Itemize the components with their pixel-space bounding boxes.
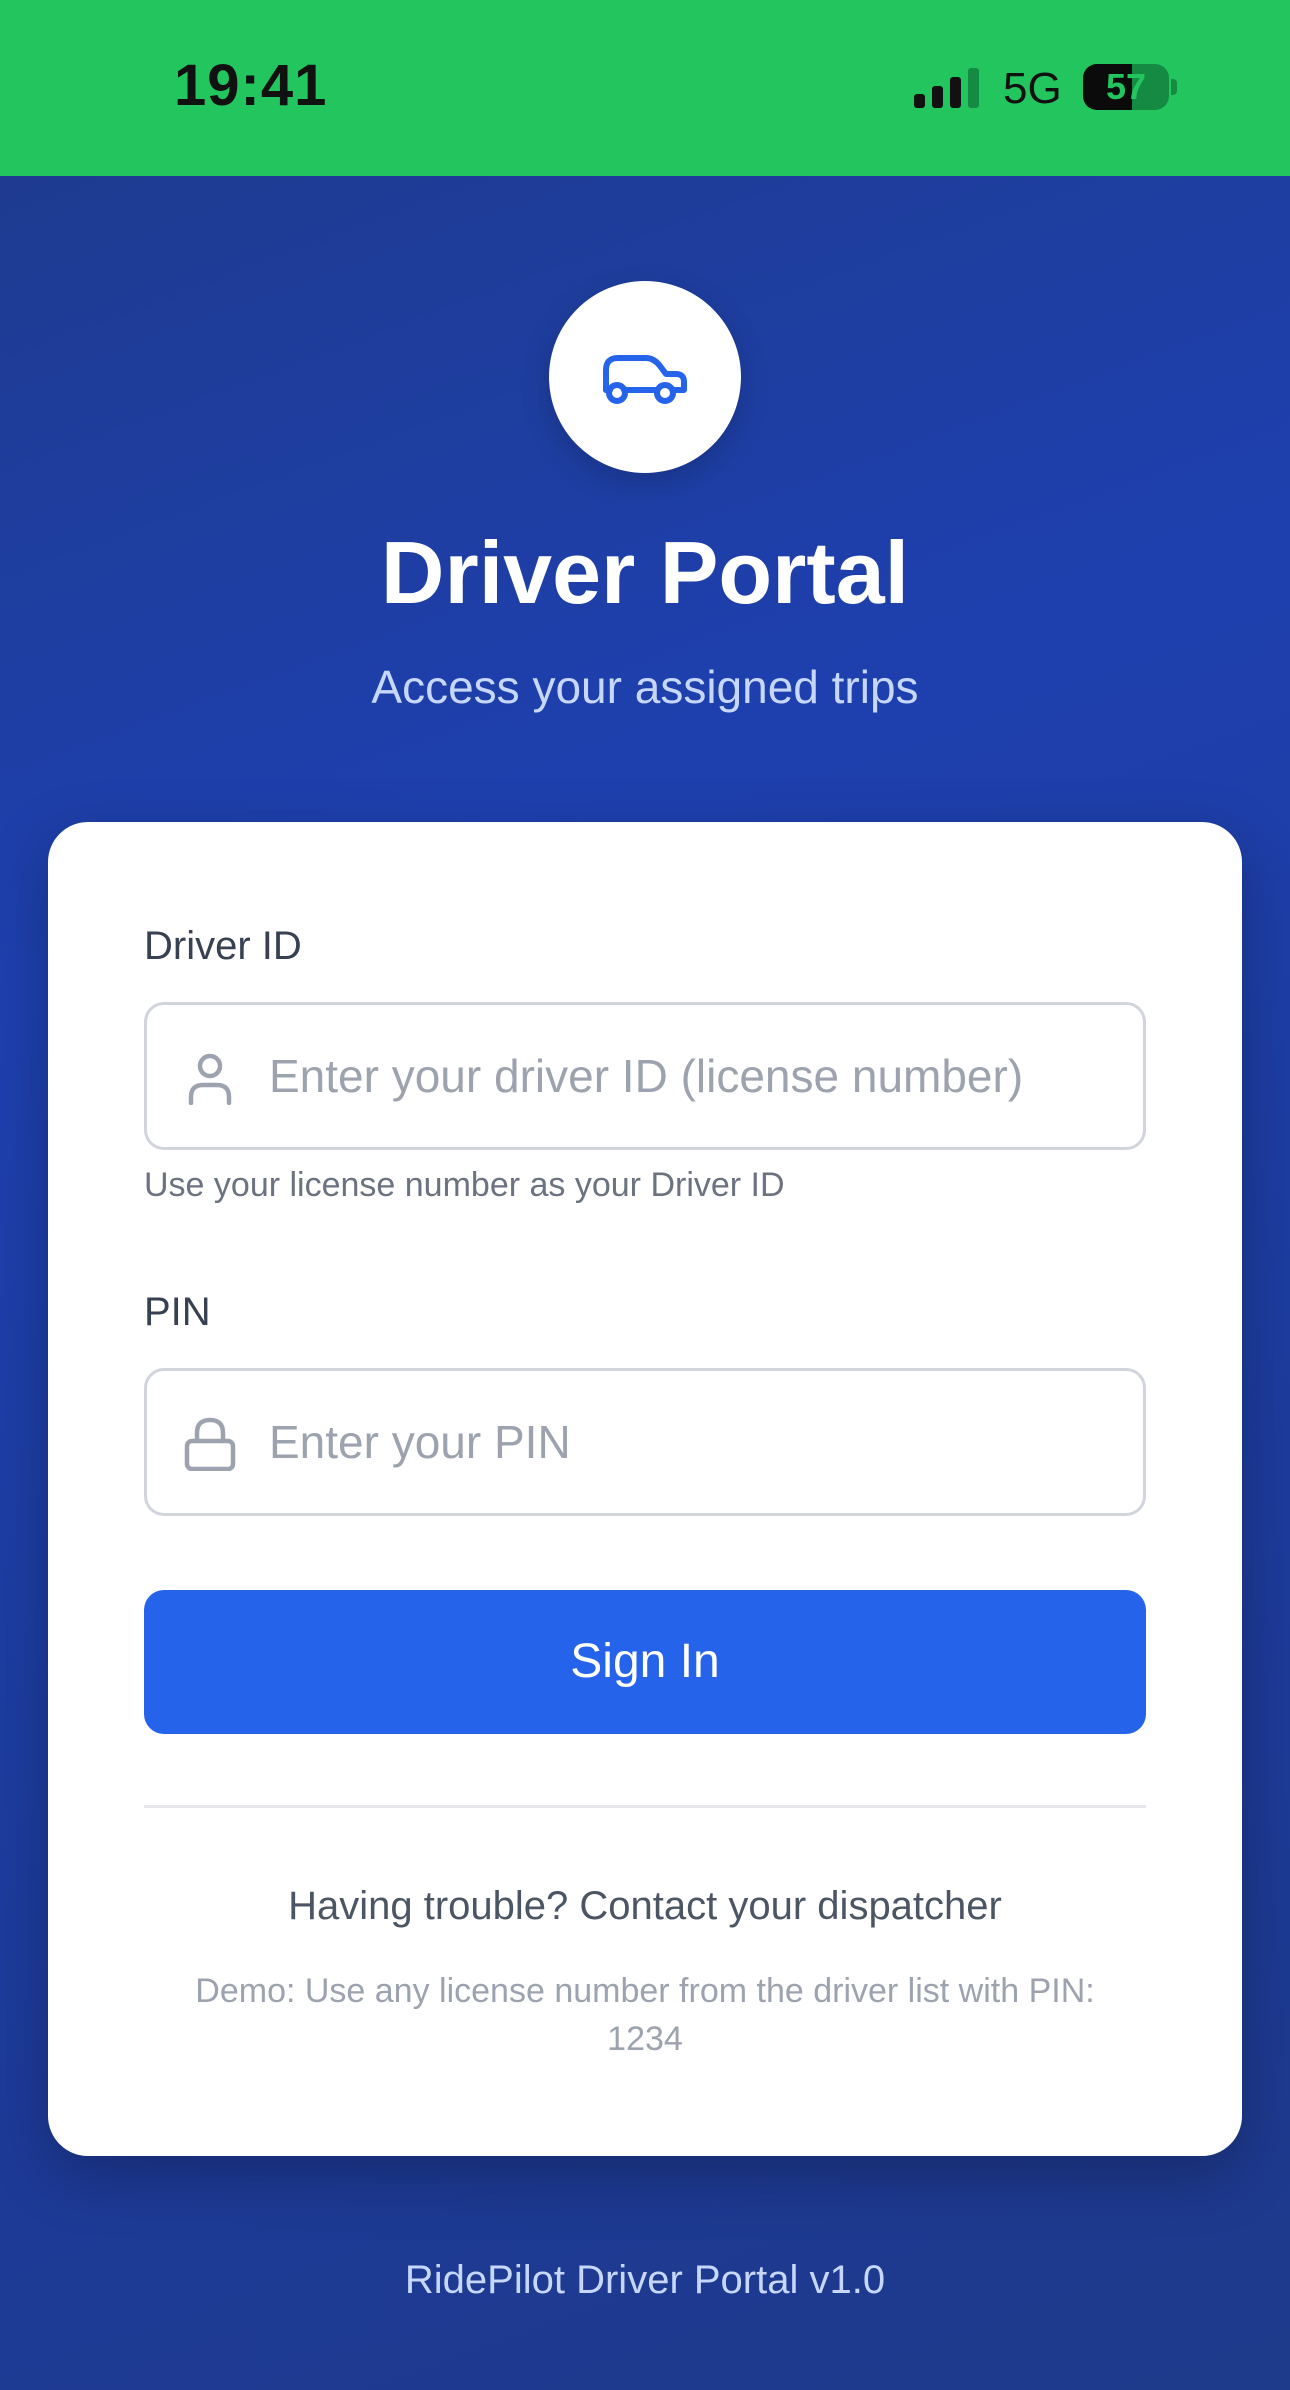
driver-id-placeholder: Enter your driver ID (license number) [269,1050,1024,1102]
footer-version: RidePilot Driver Portal v1.0 [404,2258,886,2302]
driver-id-input[interactable]: Enter your driver ID (license number) [144,1002,1146,1150]
lock-icon [184,1417,236,1471]
demo-note: Demo: Use any license number from the dr… [195,1972,1095,2058]
user-icon [188,1053,232,1105]
page-title: Driver Portal [380,523,910,622]
car-icon [603,355,687,404]
help-text: Having trouble? Contact your dispatcher [288,1884,1002,1928]
battery-icon: 57 [1083,64,1177,110]
battery-level-text: 57 [1105,66,1147,107]
status-bar: 19:41 5G 57 [0,0,1290,176]
sign-in-button[interactable]: Sign In [144,1590,1146,1734]
driver-id-label: Driver ID [144,924,302,968]
divider [144,1805,1146,1808]
pin-placeholder: Enter your PIN [269,1416,571,1468]
app-logo [549,281,741,473]
driver-id-hint: Use your license number as your Driver I… [144,1166,785,1204]
login-card: Driver ID Enter your driver ID (license … [48,822,1242,2156]
pin-input[interactable]: Enter your PIN [144,1368,1146,1516]
page-subtitle: Access your assigned trips [371,661,919,713]
status-time: 19:41 [174,53,328,118]
network-type-label: 5G [1003,64,1062,113]
cellular-signal-icon [914,68,979,108]
pin-label: PIN [144,1290,211,1334]
